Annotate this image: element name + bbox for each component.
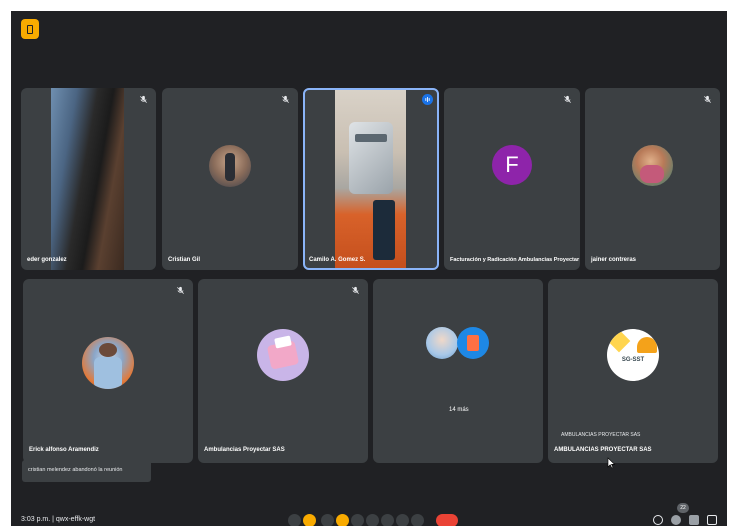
participant-avatar	[426, 327, 458, 359]
participant-tile[interactable]: Ambulancias Proyectar SAS	[198, 279, 368, 463]
mic-off-icon	[351, 286, 360, 295]
participant-name: Ambulancias Proyectar SAS	[204, 447, 285, 453]
meeting-controls-bar: 3:03 p.m. | qwx-effk-wgt 22	[11, 503, 727, 526]
participant-count-badge: 22	[677, 503, 689, 513]
present-screen-icon[interactable]	[381, 514, 394, 526]
mic-off-icon	[703, 95, 712, 104]
info-icon[interactable]	[653, 515, 663, 525]
participant-name: jainer contreras	[591, 257, 637, 263]
speaking-indicator-icon	[422, 94, 433, 105]
captions-icon[interactable]	[351, 514, 364, 526]
effects-icon[interactable]	[396, 514, 409, 526]
participant-tile-speaking[interactable]: Camilo A. Gomez S.	[303, 88, 439, 270]
microphone-icon[interactable]	[303, 514, 316, 526]
participant-tile[interactable]: eder gonzalez	[21, 88, 156, 270]
meeting-app-icon[interactable]	[21, 19, 39, 39]
participant-name: Cristian Gil	[168, 257, 201, 263]
video-feed	[51, 88, 124, 270]
emoji-icon[interactable]	[366, 514, 379, 526]
camera-icon[interactable]	[321, 514, 334, 526]
participant-avatar	[632, 145, 673, 186]
participant-name: AMBULANCIAS PROYECTAR SAS	[554, 447, 652, 453]
mouse-cursor-icon	[607, 457, 615, 469]
participant-avatar	[209, 145, 251, 187]
participant-tile[interactable]: Erick alfonso Aramendiz	[23, 279, 193, 463]
participant-name: eder gonzalez	[27, 257, 67, 263]
participant-tile[interactable]: F Facturación y Radicación Ambulancias P…	[444, 88, 580, 270]
participant-name: Erick alfonso Aramendiz	[29, 447, 99, 453]
meeting-time-and-code: 3:03 p.m. | qwx-effk-wgt	[21, 516, 96, 523]
participant-tile[interactable]: Cristian Gil	[162, 88, 298, 270]
more-options-icon[interactable]	[288, 514, 301, 526]
sgsst-logo: SG-SST	[621, 357, 645, 363]
participant-name: Facturación y Radicación Ambulancias Pro…	[450, 257, 580, 263]
chat-icon[interactable]	[689, 515, 699, 525]
participant-name: Camilo A. Gomez S.	[309, 257, 366, 263]
participant-tile[interactable]: jainer contreras	[585, 88, 720, 270]
people-icon[interactable]	[671, 515, 681, 525]
activities-icon[interactable]	[707, 515, 717, 525]
mic-off-icon	[563, 95, 572, 104]
name-tooltip: AMBULANCIAS PROYECTAR SAS	[556, 429, 646, 441]
mic-off-icon	[281, 95, 290, 104]
mic-off-icon	[139, 95, 148, 104]
participant-avatar	[82, 337, 134, 389]
video-feed	[335, 90, 406, 268]
left-meeting-notification: cristian melendez abandonó la reunión	[22, 460, 151, 482]
more-vert-icon[interactable]	[411, 514, 424, 526]
participant-avatar	[257, 329, 309, 381]
end-call-button[interactable]	[436, 514, 458, 526]
participant-avatar: SG-SST	[607, 329, 659, 381]
more-participants-count: 14 más	[449, 407, 469, 413]
raise-hand-icon[interactable]	[336, 514, 349, 526]
more-participants-tile[interactable]: 14 más	[373, 279, 543, 463]
mic-off-icon	[176, 286, 185, 295]
participant-avatar: F	[492, 145, 532, 185]
participant-avatar	[457, 327, 489, 359]
meet-screen: eder gonzalez Cristian Gil Camilo A. Gom…	[11, 11, 727, 526]
